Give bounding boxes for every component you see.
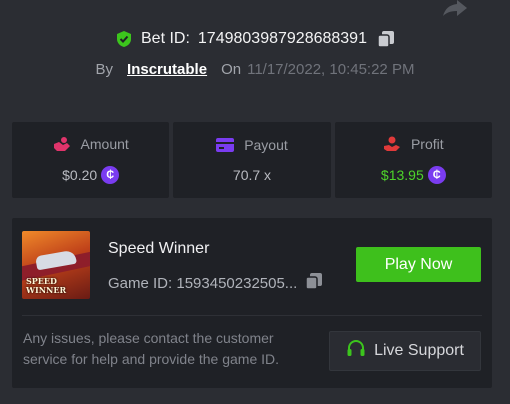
amount-label: Amount	[80, 136, 129, 152]
stat-payout: Payout 70.7 x	[173, 122, 331, 198]
play-now-button[interactable]: Play Now	[356, 247, 481, 282]
copy-icon[interactable]	[377, 30, 395, 48]
divider	[22, 315, 482, 316]
game-thumbnail[interactable]: SPEED WINNER	[22, 231, 90, 299]
bet-timestamp: 11/17/2022, 10:45:22 PM	[247, 61, 415, 78]
game-card: SPEED WINNER Speed Winner Game ID: 15934…	[12, 218, 492, 388]
game-id-value: 1593450232505...	[176, 274, 298, 292]
profit-hand-icon	[383, 136, 401, 152]
bet-id-line: Bet ID: 1749803987928688391	[0, 30, 510, 48]
stat-amount: Amount $0.20 ₵	[12, 122, 170, 198]
share-icon[interactable]	[442, 0, 468, 16]
payout-value: 70.7 x	[232, 167, 272, 183]
headset-icon	[346, 339, 366, 364]
game-title: Speed Winner	[108, 240, 210, 257]
coin-icon: ₵	[427, 166, 446, 184]
username-link[interactable]: Inscrutable	[127, 61, 207, 78]
on-label: On	[221, 61, 242, 78]
bet-stats: Amount $0.20 ₵ Payout 70.7 x Profit $13.…	[12, 122, 492, 198]
profit-value: $13.95	[380, 167, 424, 183]
card-icon	[216, 138, 235, 152]
hand-coin-icon	[53, 136, 71, 152]
copy-icon[interactable]	[305, 272, 323, 294]
bet-id-value: 1749803987928688391	[197, 30, 367, 47]
stat-profit: Profit $13.95 ₵	[334, 122, 492, 198]
amount-value: $0.20	[62, 167, 98, 183]
bet-id-label: Bet ID:	[141, 30, 190, 47]
shield-check-icon	[115, 30, 133, 48]
payout-label: Payout	[244, 137, 288, 153]
support-message: Any issues, please contact the customer …	[23, 330, 280, 367]
profit-label: Profit	[410, 136, 444, 152]
game-id-label: Game ID:	[108, 274, 173, 292]
bet-meta-line: By Inscrutable On 11/17/2022, 10:45:22 P…	[0, 61, 510, 78]
live-support-button[interactable]: Live Support	[329, 331, 481, 371]
by-label: By	[95, 61, 114, 78]
live-support-label: Live Support	[374, 342, 464, 359]
game-id-line: Game ID: 1593450232505...	[108, 272, 348, 294]
coin-icon: ₵	[101, 166, 120, 184]
